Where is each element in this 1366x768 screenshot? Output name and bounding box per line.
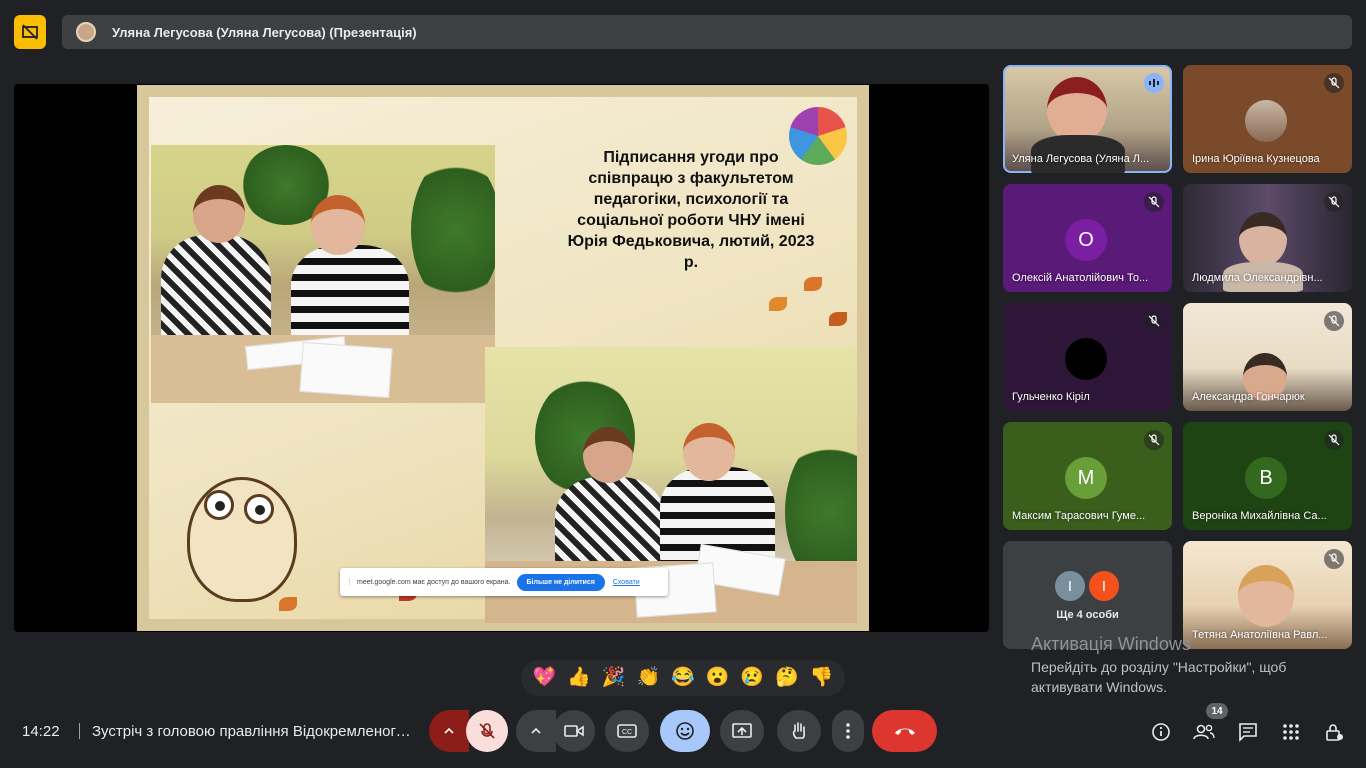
participant-avatar	[1065, 338, 1107, 380]
meeting-details-button[interactable]	[1149, 720, 1173, 744]
participant-name: Вероніка Михайлівна Са...	[1192, 510, 1327, 522]
slide-content: Підписання угоди про співпрацю з факульт…	[149, 97, 857, 623]
video-options-button[interactable]	[516, 710, 556, 752]
participant-tile[interactable]: Ірина Юріївна Кузнецова	[1183, 65, 1352, 173]
slide-title: Підписання угоди про співпрацю з факульт…	[567, 149, 815, 271]
hide-notice-link[interactable]: Сховати	[613, 579, 640, 586]
participant-tile[interactable]: Уляна Легусова (Уляна Л...	[1003, 65, 1172, 173]
mic-muted-icon	[1324, 430, 1344, 450]
captions-icon: CC	[617, 724, 637, 738]
host-controls-button[interactable]	[1322, 720, 1346, 744]
photo-signing-1	[151, 145, 495, 403]
mic-muted-icon	[1324, 73, 1344, 93]
reactions-button[interactable]	[660, 710, 710, 752]
share-notice-text: meet.google.com має доступ до вашого екр…	[357, 578, 511, 586]
speaking-indicator-icon	[1144, 73, 1164, 93]
hang-up-icon	[894, 728, 915, 735]
people-count-badge: 14	[1206, 703, 1228, 719]
mic-muted-icon	[1324, 311, 1344, 331]
audio-options-button[interactable]	[429, 710, 469, 752]
participant-tile[interactable]: Гульченко Кіріл	[1003, 303, 1172, 411]
more-options-button[interactable]	[832, 710, 864, 752]
owl-illustration	[187, 477, 297, 602]
participant-initial: О	[1065, 219, 1107, 261]
drag-handle-icon[interactable]: ⋮	[346, 578, 353, 586]
present-screen-icon	[732, 723, 752, 738]
stop-sharing-button[interactable]: Більше не ділитися	[516, 573, 605, 591]
hand-icon	[792, 722, 806, 739]
participant-name: Ірина Юріївна Кузнецова	[1192, 153, 1320, 165]
reaction-party[interactable]: 🎉	[602, 668, 626, 688]
people-icon	[1193, 724, 1215, 740]
others-label: Ще 4 особи	[1056, 609, 1119, 621]
screen-share-notice: ⋮ meet.google.com має доступ до вашого е…	[340, 568, 668, 596]
mic-muted-icon	[1144, 192, 1164, 212]
mic-toggle-button[interactable]	[466, 710, 508, 752]
slide: Підписання угоди про співпрацю з факульт…	[137, 85, 869, 631]
mic-muted-icon	[1144, 311, 1164, 331]
presentation-bar[interactable]: Уляна Легусова (Уляна Легусова) (Презент…	[62, 15, 1352, 49]
reaction-thumbs-down[interactable]: 👎	[810, 668, 834, 688]
leave-call-button[interactable]	[872, 710, 937, 752]
participant-name: Гульченко Кіріл	[1012, 391, 1090, 403]
meeting-title: Зустріч з головою правління Відокремлено…	[92, 723, 412, 740]
chat-button[interactable]	[1236, 720, 1260, 744]
presenter-avatar	[76, 22, 96, 42]
captions-button[interactable]: CC	[605, 710, 649, 752]
participant-initial: В	[1245, 457, 1287, 499]
emoji-icon	[676, 722, 694, 740]
stop-presenting-icon[interactable]	[14, 15, 46, 49]
reaction-heart[interactable]: 💖	[532, 668, 556, 688]
mic-muted-icon	[1324, 549, 1344, 569]
participant-name: Максим Тарасович Гуме...	[1012, 510, 1146, 522]
info-icon	[1152, 723, 1170, 741]
participant-tile[interactable]: Людмила Олександрівн...	[1183, 184, 1352, 292]
reaction-laugh[interactable]: 😂	[671, 668, 695, 688]
reaction-sad[interactable]: 😢	[740, 668, 764, 688]
participant-name: Людмила Олександрівн...	[1192, 272, 1323, 284]
more-vert-icon	[846, 723, 850, 739]
participant-tile[interactable]: В Вероніка Михайлівна Са...	[1183, 422, 1352, 530]
chat-icon	[1239, 723, 1257, 742]
people-button[interactable]	[1192, 720, 1216, 744]
clock: 14:22	[22, 723, 60, 740]
chevron-up-icon	[531, 727, 541, 734]
reaction-thinking[interactable]: 🤔	[775, 668, 799, 688]
participant-name: Уляна Легусова (Уляна Л...	[1012, 153, 1150, 165]
mic-muted-icon	[1144, 430, 1164, 450]
presenter-title: Уляна Легусова (Уляна Легусова) (Презент…	[112, 24, 417, 40]
camera-icon	[564, 725, 584, 737]
participant-name: Александра Гончарюк	[1192, 391, 1305, 403]
raise-hand-button[interactable]	[777, 710, 821, 752]
mic-off-icon	[479, 723, 495, 739]
others-tile[interactable]: І І Ще 4 особи	[1003, 541, 1172, 649]
presentation-stage: Підписання угоди про співпрацю з факульт…	[14, 84, 989, 632]
reactions-bar: 💖 👍 🎉 👏 😂 😮 😢 🤔 👎	[521, 660, 845, 696]
activities-button[interactable]	[1279, 720, 1303, 744]
divider	[79, 723, 80, 739]
camera-toggle-button[interactable]	[553, 710, 595, 752]
participant-tile[interactable]: М Максим Тарасович Гуме...	[1003, 422, 1172, 530]
svg-text:CC: CC	[622, 729, 632, 736]
windows-activation-watermark: Активація Windows Перейдіть до розділу "…	[1031, 634, 1331, 697]
chevron-up-icon	[444, 727, 454, 734]
participant-tile[interactable]: Александра Гончарюк	[1183, 303, 1352, 411]
lock-person-icon	[1326, 724, 1343, 741]
reaction-surprised[interactable]: 😮	[706, 668, 730, 688]
participant-initial: М	[1065, 457, 1107, 499]
participant-tile[interactable]: Тетяна Анатоліївна Равл...	[1183, 541, 1352, 649]
watermark-text: Перейдіть до розділу "Настройки", щоб ак…	[1031, 659, 1287, 695]
others-avatar: І	[1053, 569, 1087, 603]
participant-avatar	[1245, 100, 1287, 142]
participant-tile[interactable]: О Олексій Анатолійович То...	[1003, 184, 1172, 292]
meet-window: Уляна Легусова (Уляна Легусова) (Презент…	[0, 0, 1366, 768]
mic-muted-icon	[1324, 192, 1344, 212]
reaction-thumbs-up[interactable]: 👍	[567, 668, 591, 688]
watermark-title: Активація Windows	[1031, 634, 1191, 654]
present-screen-button[interactable]	[720, 710, 764, 752]
reaction-clap[interactable]: 👏	[636, 668, 660, 688]
participant-name: Олексій Анатолійович То...	[1012, 272, 1149, 284]
others-avatar: І	[1087, 569, 1121, 603]
apps-grid-icon	[1283, 724, 1299, 740]
